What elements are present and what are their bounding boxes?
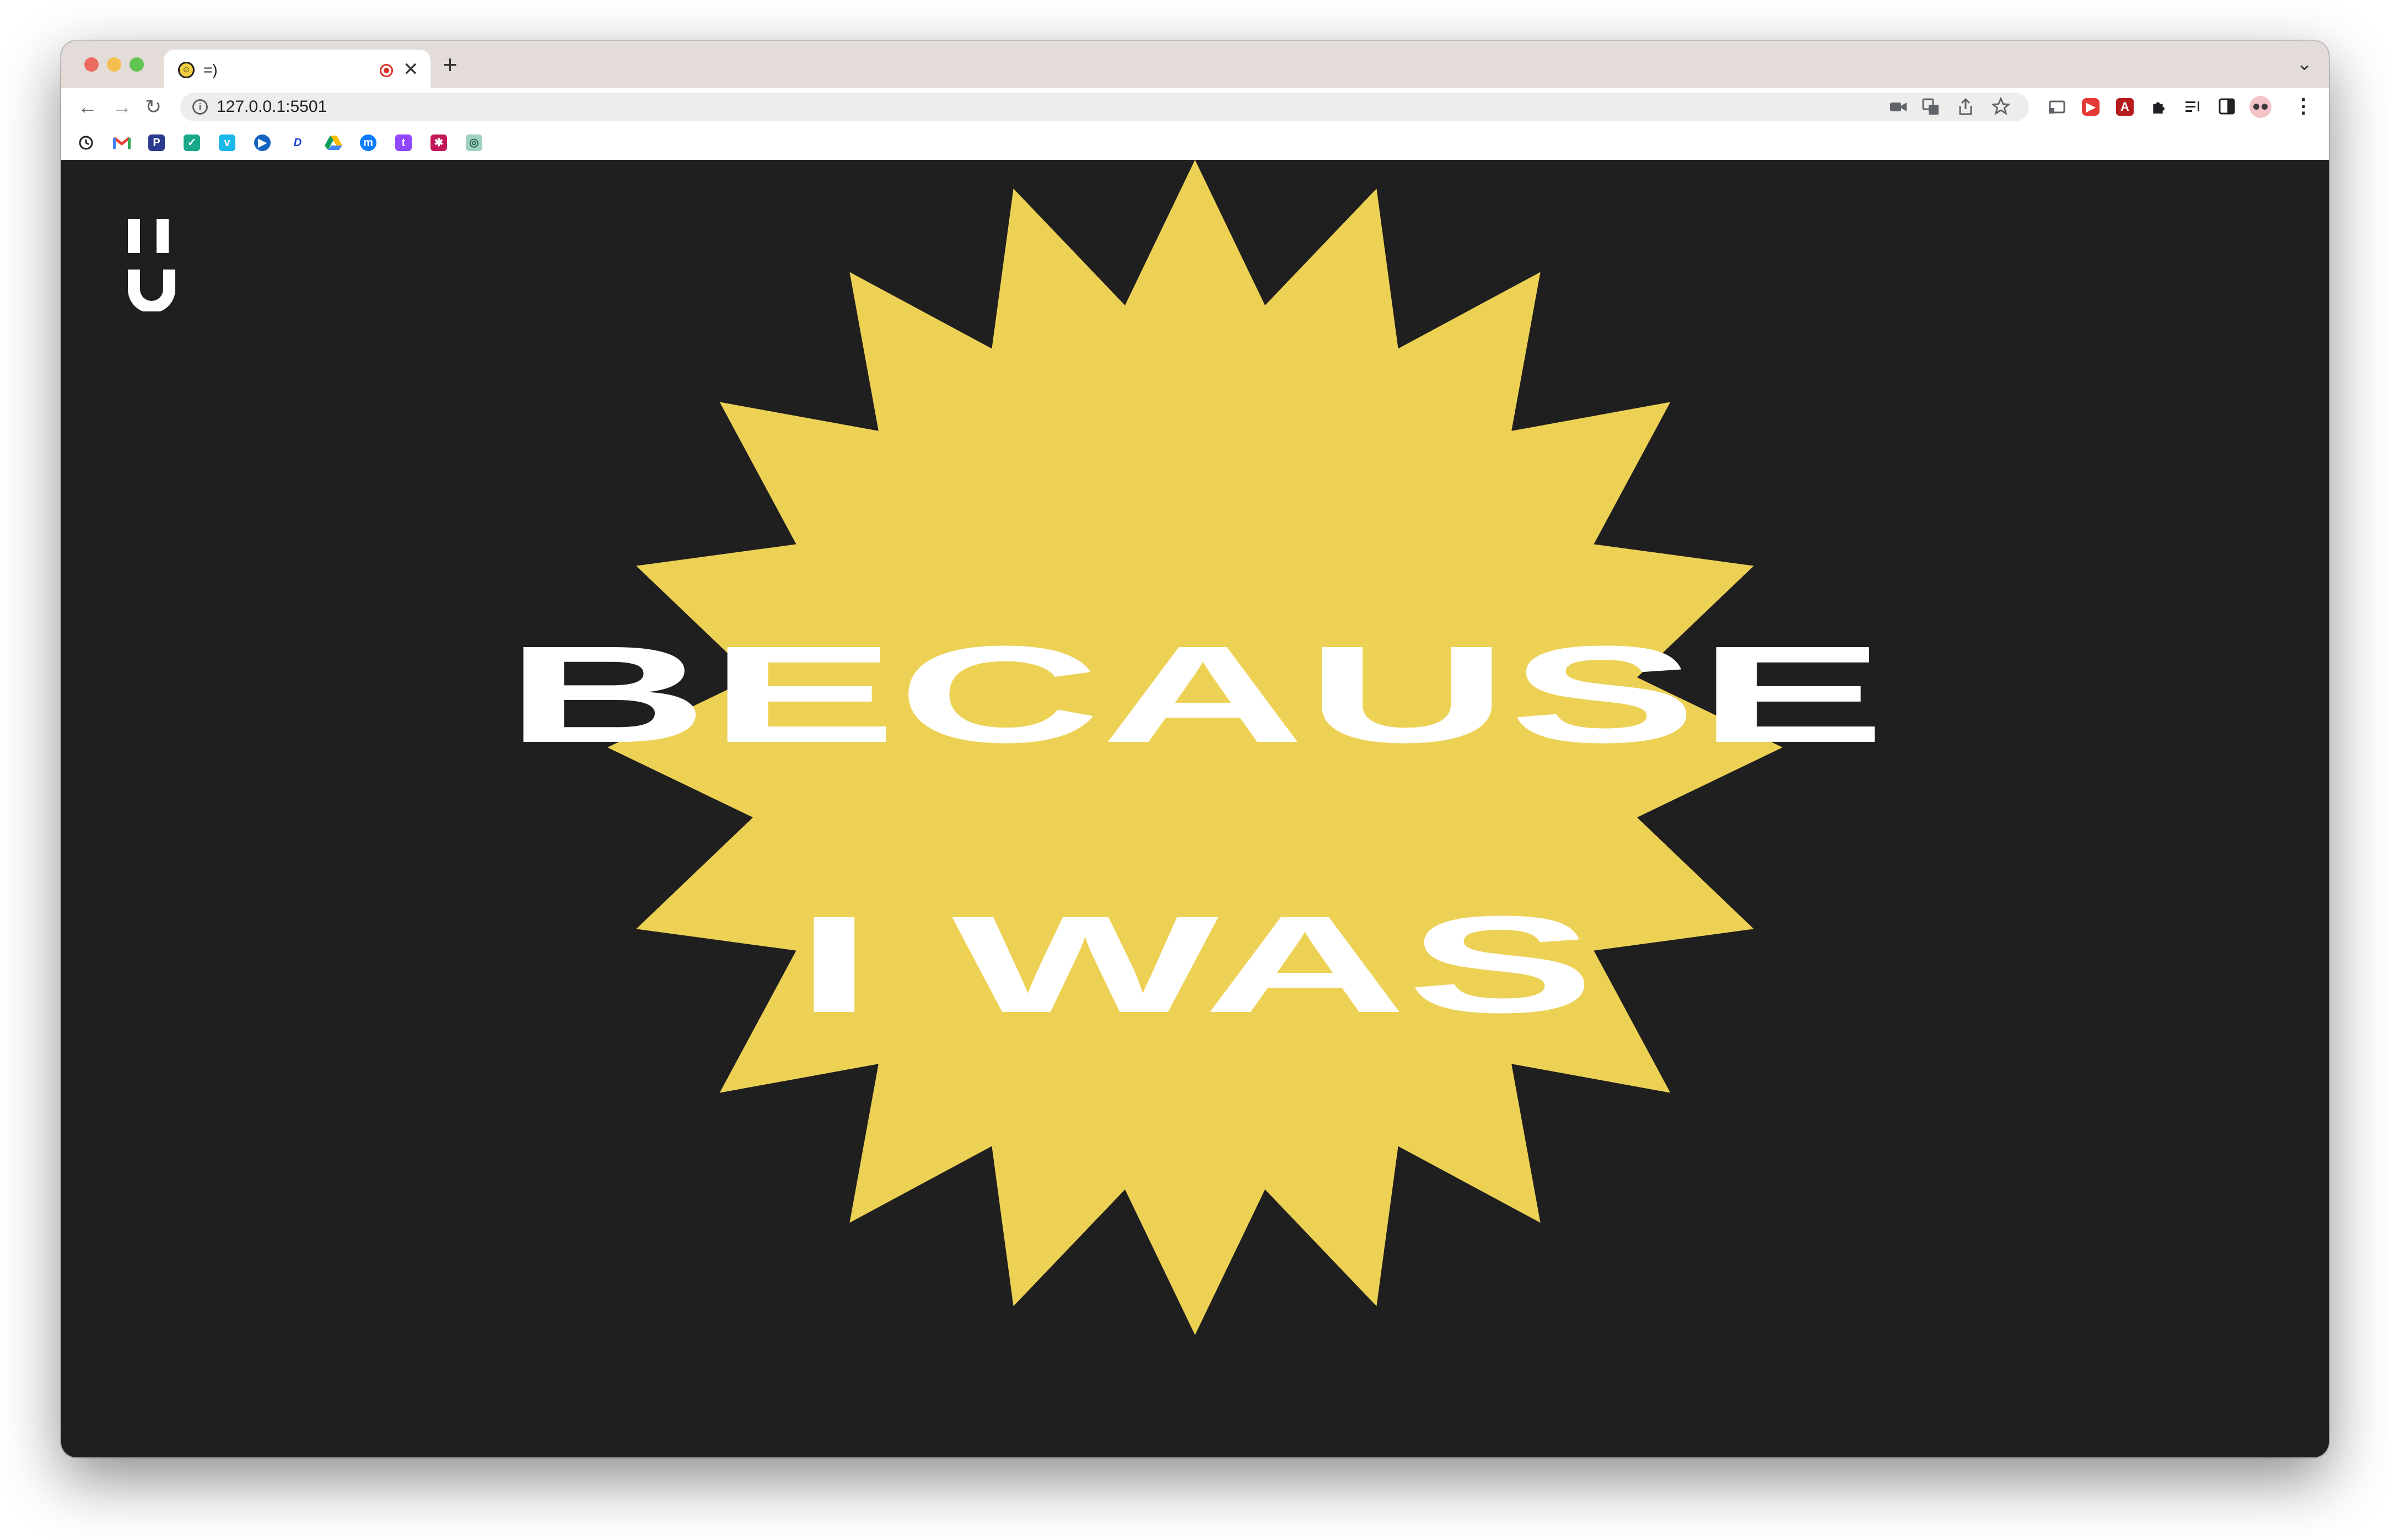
- more-menu-icon[interactable]: ⋮: [2294, 94, 2313, 118]
- headline-line-2-text: I WAS: [794, 887, 1596, 1041]
- translate-icon[interactable]: [1922, 98, 1940, 116]
- address-bar[interactable]: i 127.0.0.1:5501: [180, 93, 2029, 121]
- pixabay-icon[interactable]: P: [148, 134, 165, 151]
- drive-icon[interactable]: [325, 134, 342, 151]
- gmail-icon[interactable]: [113, 136, 131, 150]
- side-panel-icon[interactable]: [2219, 98, 2235, 115]
- new-tab-button[interactable]: +: [443, 52, 457, 77]
- reading-list-icon[interactable]: [2184, 99, 2202, 115]
- share-icon[interactable]: [1957, 98, 1974, 116]
- starburst-shape: [607, 160, 1783, 1335]
- headline-line-1: BECAUSE: [61, 623, 2329, 766]
- page-viewport: BECAUSE I WAS: [61, 160, 2329, 1457]
- minimize-window-button[interactable]: [107, 57, 121, 72]
- maximize-window-button[interactable]: [130, 57, 144, 72]
- camera-icon[interactable]: [1889, 100, 1908, 114]
- address-url[interactable]: 127.0.0.1:5501: [217, 97, 327, 117]
- check-icon[interactable]: ✓: [184, 134, 200, 151]
- back-button[interactable]: ←: [78, 95, 98, 119]
- headline-line-1-text: BECAUSE: [504, 617, 1886, 771]
- smiley-favicon-icon: ☺: [178, 62, 195, 78]
- messenger-icon[interactable]: m: [360, 134, 376, 151]
- youtube-icon[interactable]: ▶: [2082, 98, 2100, 116]
- browser-tab-active[interactable]: ☺ =) ✕: [164, 50, 430, 88]
- tab-search-chevron-icon[interactable]: ⌄: [2297, 53, 2313, 75]
- site-info-icon[interactable]: i: [192, 99, 208, 115]
- extensions-puzzle-icon[interactable]: [2150, 98, 2168, 116]
- profile-avatar-icon[interactable]: [2249, 96, 2271, 118]
- bookmarks-bar: P ✓ v ▶ D m t ✱ ◎: [61, 126, 2329, 160]
- close-window-button[interactable]: [84, 57, 99, 72]
- tab-title: =): [203, 61, 218, 78]
- bookmark-star-icon[interactable]: [1991, 97, 2010, 116]
- browser-toolbar: ← → ↻ i 127.0.0.1:5501 ▶ A ⋮: [61, 88, 2329, 126]
- pdf-icon[interactable]: A: [2116, 98, 2134, 116]
- chatgpt-icon[interactable]: ◎: [466, 134, 482, 151]
- vimeo-icon[interactable]: v: [219, 134, 235, 151]
- tab-close-icon[interactable]: ✕: [403, 58, 419, 80]
- recording-indicator-icon: [380, 64, 393, 77]
- forward-button[interactable]: →: [112, 95, 132, 119]
- headline-line-2: I WAS: [61, 893, 2329, 1036]
- bookmark-app-icon[interactable]: ✱: [430, 134, 447, 151]
- play-icon[interactable]: ▶: [254, 134, 271, 151]
- tab-strip: ☺ =) ✕ + ⌄: [61, 41, 2329, 88]
- history-icon[interactable]: [78, 134, 94, 151]
- reload-button[interactable]: ↻: [145, 95, 162, 119]
- cast-icon[interactable]: [2048, 99, 2065, 116]
- disney-icon[interactable]: D: [289, 134, 306, 151]
- browser-window: ☺ =) ✕ + ⌄ ← → ↻ i 127.0.0.1:5501 ▶ A ⋮ …: [61, 41, 2329, 1457]
- twitch-icon[interactable]: t: [395, 134, 412, 151]
